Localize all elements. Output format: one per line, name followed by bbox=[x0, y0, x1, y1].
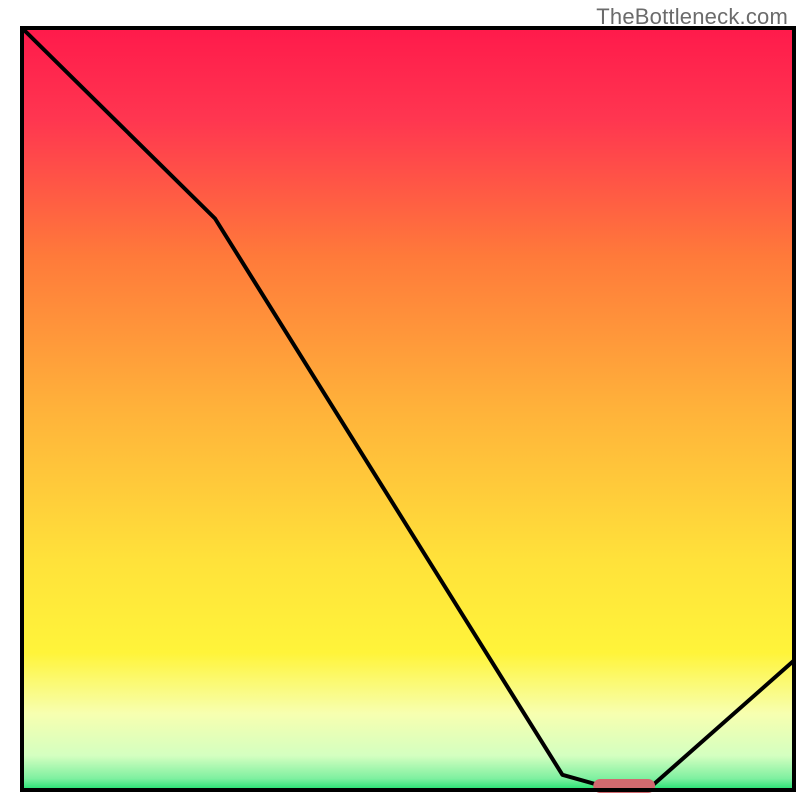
bottleneck-chart bbox=[0, 0, 800, 800]
chart-container: TheBottleneck.com bbox=[0, 0, 800, 800]
watermark-text: TheBottleneck.com bbox=[596, 4, 788, 30]
